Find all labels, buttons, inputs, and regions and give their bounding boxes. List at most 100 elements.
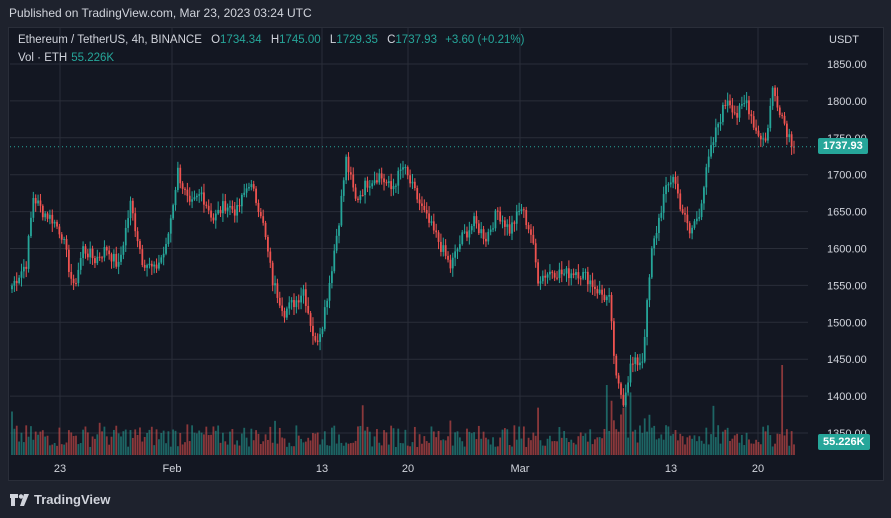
volume-bar <box>285 446 288 455</box>
candle-body <box>115 253 118 267</box>
candle-body <box>200 192 203 195</box>
candle-body <box>556 277 558 279</box>
volume-bar <box>508 445 511 455</box>
candle-body <box>650 248 653 278</box>
candle-body <box>646 300 648 337</box>
volume-bar <box>385 432 388 455</box>
volume-bar <box>84 426 87 455</box>
volume-bar <box>390 425 393 455</box>
volume-bar <box>556 441 558 455</box>
candlestick-chart[interactable]: 1850.001800.001750.001700.001650.001600.… <box>0 0 891 518</box>
candle-body <box>411 181 414 184</box>
candle-body <box>267 237 269 252</box>
volume-bar <box>714 437 717 455</box>
volume-bar <box>53 442 56 455</box>
candle-body <box>122 245 125 255</box>
candle-body <box>558 269 561 278</box>
candle-body <box>153 264 156 267</box>
candle-body <box>496 210 499 212</box>
candle-body <box>629 363 632 383</box>
candle-body <box>572 273 575 276</box>
volume-bar <box>534 435 537 455</box>
candle-body <box>622 394 625 406</box>
candle-body <box>127 218 130 228</box>
volume-bar <box>143 436 146 455</box>
candle-body <box>639 362 641 366</box>
volume-bar <box>598 437 601 455</box>
candle-body <box>456 249 459 252</box>
candle-body <box>248 187 250 189</box>
volume-bar <box>101 431 103 455</box>
volume-bar <box>463 446 466 455</box>
volume-bar <box>674 430 677 455</box>
candle-body <box>233 209 236 216</box>
volume-bar <box>515 439 518 455</box>
candle-body <box>96 256 99 264</box>
volume-bar <box>558 427 561 455</box>
candle-body <box>567 268 570 279</box>
volume-bar <box>672 434 675 455</box>
candle-body <box>665 185 667 195</box>
candle-body <box>146 265 148 268</box>
candle-body <box>553 272 556 278</box>
volume-bar <box>527 437 530 455</box>
volume-bar <box>736 433 739 455</box>
volume-bar <box>748 439 750 455</box>
volume-bar <box>544 445 547 455</box>
candle-body <box>205 204 208 206</box>
candle-body <box>366 180 369 188</box>
candle-body <box>352 174 355 188</box>
candle-body <box>321 328 324 335</box>
volume-bar <box>60 444 63 455</box>
volume-bar <box>321 439 324 455</box>
candle-body <box>643 336 646 362</box>
volume-bar <box>541 445 544 455</box>
candle-body <box>328 282 331 301</box>
volume-bar <box>167 431 170 455</box>
volume-bar <box>387 444 390 455</box>
candle-body <box>231 206 234 210</box>
volume-bar <box>271 442 274 455</box>
tradingview-logo[interactable]: TradingView <box>10 492 110 507</box>
candle-body <box>181 183 184 189</box>
volume-bar <box>781 365 784 455</box>
candle-body <box>335 235 338 251</box>
volume-bar <box>122 431 125 455</box>
volume-bar <box>740 434 743 455</box>
volume-bar <box>155 429 158 455</box>
candle-body <box>359 195 362 200</box>
volume-bar <box>224 441 227 455</box>
brand-name: TradingView <box>34 492 111 507</box>
candle-body <box>582 272 584 279</box>
candle-body <box>698 217 701 219</box>
volume-bar <box>67 430 70 455</box>
candle-body <box>541 275 544 282</box>
candle-body <box>608 295 611 297</box>
candle-body <box>700 203 703 218</box>
candle-body <box>20 271 23 278</box>
candle-body <box>300 295 303 303</box>
volume-bar <box>518 426 521 455</box>
volume-bar <box>248 446 250 455</box>
volume-bar <box>705 427 708 455</box>
candle-body <box>326 300 329 308</box>
candle-body <box>790 134 793 147</box>
volume-bar <box>281 437 284 455</box>
candle-body <box>584 271 587 273</box>
x-tick-label: 23 <box>54 463 66 475</box>
volume-bar <box>210 434 212 455</box>
volume-bar <box>430 426 433 455</box>
candle-body <box>226 207 229 211</box>
candle-body <box>214 213 217 221</box>
volume-bar <box>771 446 774 455</box>
volume-bar <box>18 441 21 455</box>
candle-body <box>195 195 198 198</box>
volume-bar <box>764 431 767 455</box>
volume-bar <box>399 443 402 455</box>
volume-bar <box>731 438 734 455</box>
volume-bar <box>198 430 201 455</box>
volume-bar <box>404 429 407 455</box>
candle-body <box>98 256 101 258</box>
volume-bar <box>594 439 596 455</box>
volume-bar <box>622 407 625 455</box>
